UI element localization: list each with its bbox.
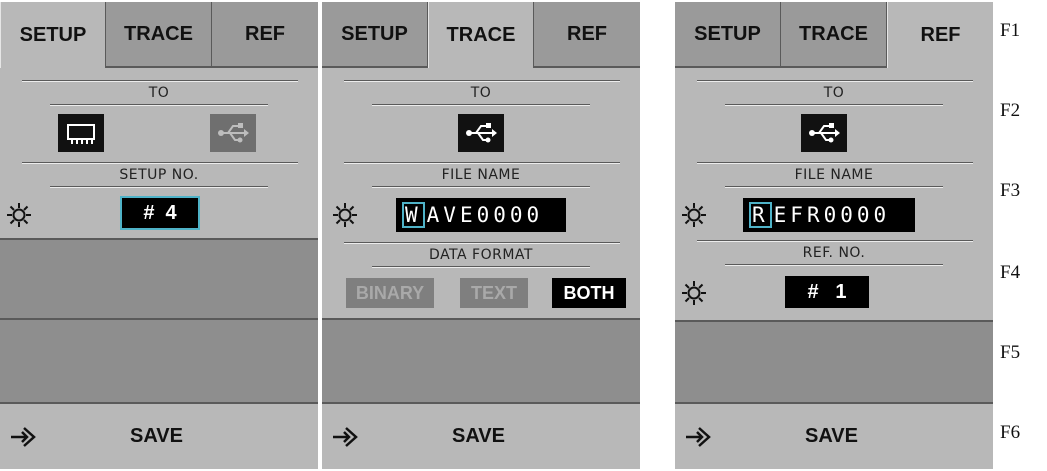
adjust-knob-icon (7, 203, 31, 227)
format-binary-option[interactable]: BINARY (346, 278, 434, 308)
function-key-f5: F5 (1000, 342, 1021, 363)
save-button[interactable]: SAVE (675, 402, 993, 468)
tab-bar: SETUP TRACE REF (322, 2, 640, 68)
empty-softkey-f5 (0, 318, 318, 402)
tab-setup[interactable]: SETUP (0, 2, 106, 68)
adjust-knob-icon (682, 203, 706, 227)
setup-no-label: SETUP NO. (119, 167, 199, 183)
file-name-label: FILE NAME (441, 167, 521, 183)
divider (372, 186, 590, 188)
divider (344, 242, 620, 244)
to-label: TO (148, 85, 170, 101)
ref-no-label: REF. NO. (802, 245, 866, 261)
divider (50, 186, 268, 188)
tab-setup[interactable]: SETUP (675, 2, 781, 68)
file-name-text: EFR0000 (773, 203, 891, 227)
save-label: SAVE (805, 424, 858, 447)
divider (697, 80, 973, 82)
empty-softkey-f5 (675, 320, 993, 402)
file-name-field[interactable]: W AVE0000 (396, 198, 566, 232)
tab-ref[interactable]: REF (212, 2, 318, 68)
divider (50, 104, 268, 106)
data-format-label: DATA FORMAT (429, 247, 533, 263)
file-name-cursor: W (402, 202, 425, 228)
chip-memory-icon (67, 124, 95, 144)
file-name-field[interactable]: R EFR0000 (743, 198, 915, 232)
enter-arrow-icon (686, 427, 711, 447)
usb-icon (218, 123, 249, 143)
enter-arrow-icon (11, 427, 36, 447)
function-key-f2: F2 (1000, 100, 1021, 121)
divider (22, 80, 298, 82)
divider (372, 266, 590, 268)
setup-number-field[interactable]: # 4 (120, 196, 200, 230)
file-name-text: AVE0000 (426, 203, 544, 227)
usb-destination-button[interactable] (458, 114, 504, 152)
tab-trace[interactable]: TRACE (781, 2, 887, 68)
empty-softkey-f4 (0, 238, 318, 318)
empty-softkey-f5 (322, 318, 640, 402)
divider (344, 162, 620, 164)
save-label: SAVE (452, 424, 505, 447)
tab-bar: SETUP TRACE REF (675, 2, 993, 68)
trace-save-panel: SETUP TRACE REF TO FILE NAME W AVE0000 D… (322, 2, 640, 469)
usb-destination-button[interactable] (801, 114, 847, 152)
tab-bar: SETUP TRACE REF (0, 2, 318, 68)
function-key-f1: F1 (1000, 20, 1021, 41)
tab-setup[interactable]: SETUP (322, 2, 428, 68)
function-key-f6: F6 (1000, 422, 1021, 443)
memory-destination-button[interactable] (58, 114, 104, 152)
ref-save-panel: SETUP TRACE REF TO FILE NAME R EFR0000 R… (675, 2, 993, 469)
to-label: TO (470, 85, 492, 101)
format-text-option[interactable]: TEXT (460, 278, 528, 308)
tab-ref[interactable]: REF (534, 2, 640, 68)
file-name-cursor: R (749, 202, 772, 228)
function-key-f3: F3 (1000, 180, 1021, 201)
divider (725, 104, 943, 106)
save-button[interactable]: SAVE (322, 402, 640, 468)
tab-trace[interactable]: TRACE (106, 2, 212, 68)
ref-number-field[interactable]: # 1 (785, 276, 869, 308)
divider (725, 186, 943, 188)
save-button[interactable]: SAVE (0, 402, 318, 468)
format-both-option[interactable]: BOTH (552, 278, 626, 308)
usb-destination-button[interactable] (210, 114, 256, 152)
function-key-f4: F4 (1000, 262, 1021, 283)
setup-save-panel: SETUP TRACE REF TO SETUP NO. # 4 SAVE (0, 2, 318, 469)
divider (725, 264, 943, 266)
divider (697, 162, 973, 164)
divider (372, 104, 590, 106)
usb-icon (466, 123, 497, 143)
divider (697, 240, 973, 242)
usb-icon (809, 123, 840, 143)
adjust-knob-icon (682, 281, 706, 305)
divider (22, 162, 298, 164)
to-label: TO (823, 85, 845, 101)
tab-ref[interactable]: REF (887, 2, 993, 68)
adjust-knob-icon (333, 203, 357, 227)
divider (344, 80, 620, 82)
tab-trace[interactable]: TRACE (428, 2, 534, 68)
enter-arrow-icon (333, 427, 358, 447)
file-name-label: FILE NAME (794, 167, 874, 183)
save-label: SAVE (130, 424, 183, 447)
